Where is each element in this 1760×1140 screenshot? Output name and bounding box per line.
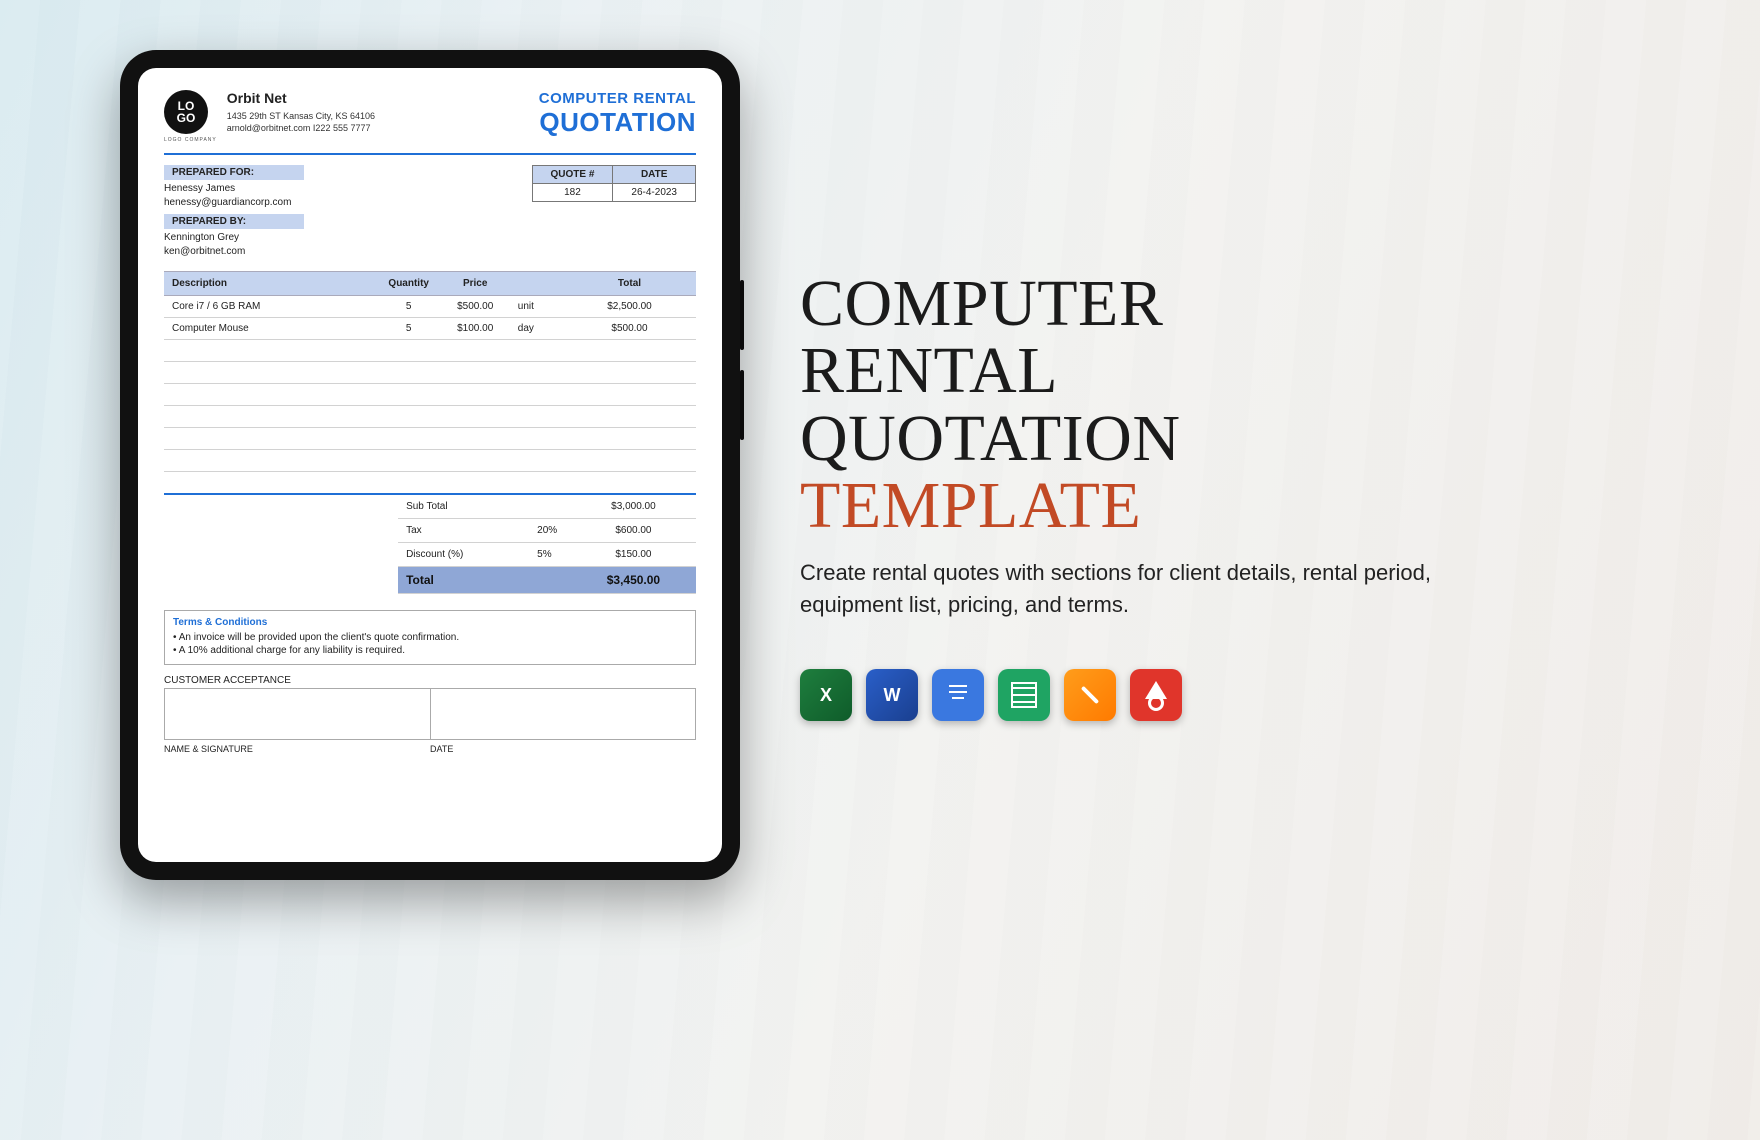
col-unit — [510, 272, 563, 296]
excel-icon: X — [800, 669, 852, 721]
tax-pct: 20% — [529, 518, 571, 542]
meta-row: PREPARED FOR: Henessy James henessy@guar… — [164, 165, 696, 208]
pages-icon — [1064, 669, 1116, 721]
prepared-for-label: PREPARED FOR: — [164, 165, 304, 180]
promo-title: COMPUTER RENTAL QUOTATION TEMPLATE — [800, 270, 1500, 539]
quote-number-value: 182 — [532, 184, 613, 202]
item-desc: Core i7 / 6 GB RAM — [164, 296, 377, 318]
promo-title-line: RENTAL — [800, 334, 1058, 407]
pdf-icon — [1130, 669, 1182, 721]
table-row — [164, 472, 696, 494]
tax-label: Tax — [398, 518, 529, 542]
subtotal-value: $3,000.00 — [571, 495, 696, 519]
company-logo-icon: LO GO — [164, 90, 208, 134]
document-title: COMPUTER RENTAL QUOTATION — [539, 90, 696, 138]
tax-value: $600.00 — [571, 518, 696, 542]
item-unit: day — [510, 318, 563, 340]
table-row — [164, 406, 696, 428]
signature-name-label: NAME & SIGNATURE — [164, 744, 430, 754]
prepared-by-name: Kennington Grey — [164, 232, 473, 243]
brand-text: Orbit Net 1435 29th ST Kansas City, KS 6… — [227, 90, 375, 134]
prepared-for-block: PREPARED FOR: Henessy James henessy@guar… — [164, 165, 473, 208]
title-line-1: COMPUTER RENTAL — [539, 90, 696, 107]
grand-total-label: Total — [398, 566, 529, 593]
item-desc: Computer Mouse — [164, 318, 377, 340]
quote-number-header: QUOTE # — [532, 166, 613, 184]
item-total: $2,500.00 — [563, 296, 696, 318]
item-qty: 5 — [377, 318, 441, 340]
promo-description: Create rental quotes with sections for c… — [800, 557, 1440, 621]
table-row: Core i7 / 6 GB RAM 5 $500.00 unit $2,500… — [164, 296, 696, 318]
items-body: Core i7 / 6 GB RAM 5 $500.00 unit $2,500… — [164, 296, 696, 494]
promo-title-line: COMPUTER — [800, 267, 1163, 340]
discount-label: Discount (%) — [398, 542, 529, 566]
header-rule — [164, 153, 696, 155]
company-name: Orbit Net — [227, 90, 375, 106]
grand-total-value: $3,450.00 — [571, 566, 696, 593]
acceptance-label: CUSTOMER ACCEPTANCE — [164, 675, 696, 686]
table-row — [164, 428, 696, 450]
date-box — [431, 688, 697, 740]
google-docs-icon — [932, 669, 984, 721]
logo-text-bot: GO — [177, 112, 196, 124]
promo-title-accent: TEMPLATE — [800, 472, 1500, 539]
table-row — [164, 340, 696, 362]
item-price: $500.00 — [441, 296, 510, 318]
word-icon: W — [866, 669, 918, 721]
totals-section: Sub Total $3,000.00 Tax 20% $600.00 Disc… — [164, 495, 696, 594]
signature-box — [164, 688, 431, 740]
prepared-by-block: PREPARED BY: Kennington Grey ken@orbitne… — [164, 214, 696, 257]
document-header: LO GO LOGO COMPANY Orbit Net 1435 29th S… — [164, 90, 696, 143]
promo-panel: COMPUTER RENTAL QUOTATION TEMPLATE Creat… — [800, 270, 1500, 721]
prepared-by-label: PREPARED BY: — [164, 214, 304, 229]
prepared-for-email: henessy@guardiancorp.com — [164, 197, 473, 208]
item-unit: unit — [510, 296, 563, 318]
signature-labels: NAME & SIGNATURE DATE — [164, 744, 696, 754]
title-line-2: QUOTATION — [539, 107, 696, 138]
item-price: $100.00 — [441, 318, 510, 340]
terms-line: • A 10% additional charge for any liabil… — [173, 645, 687, 656]
col-quantity: Quantity — [377, 272, 441, 296]
company-address: 1435 29th ST Kansas City, KS 64106 — [227, 110, 375, 122]
quote-date-header: DATE — [613, 166, 696, 184]
acceptance-grid — [164, 688, 696, 740]
col-description: Description — [164, 272, 377, 296]
discount-pct: 5% — [529, 542, 571, 566]
signature-date-label: DATE — [430, 744, 696, 754]
tablet-frame: LO GO LOGO COMPANY Orbit Net 1435 29th S… — [120, 50, 740, 880]
discount-value: $150.00 — [571, 542, 696, 566]
table-row — [164, 384, 696, 406]
quote-meta-table: QUOTE # DATE 182 26-4-2023 — [532, 165, 697, 202]
terms-title: Terms & Conditions — [173, 617, 687, 628]
logo-wrap: LO GO LOGO COMPANY — [164, 90, 217, 143]
google-sheets-icon — [998, 669, 1050, 721]
prepared-by-email: ken@orbitnet.com — [164, 246, 473, 257]
company-contact: arnold@orbitnet.com I222 555 7777 — [227, 122, 375, 134]
table-row — [164, 362, 696, 384]
terms-box: Terms & Conditions • An invoice will be … — [164, 610, 696, 665]
item-total: $500.00 — [563, 318, 696, 340]
item-qty: 5 — [377, 296, 441, 318]
logo-subtext: LOGO COMPANY — [164, 137, 217, 143]
table-row — [164, 450, 696, 472]
brand-block: LO GO LOGO COMPANY Orbit Net 1435 29th S… — [164, 90, 375, 143]
format-icons-row: X W — [800, 669, 1500, 721]
prepared-for-name: Henessy James — [164, 183, 473, 194]
col-total: Total — [563, 272, 696, 296]
terms-line: • An invoice will be provided upon the c… — [173, 632, 687, 643]
quote-date-value: 26-4-2023 — [613, 184, 696, 202]
col-price: Price — [441, 272, 510, 296]
promo-title-line: QUOTATION — [800, 402, 1181, 475]
subtotal-label: Sub Total — [398, 495, 529, 519]
document-screen: LO GO LOGO COMPANY Orbit Net 1435 29th S… — [138, 68, 722, 862]
items-table: Description Quantity Price Total Core i7… — [164, 271, 696, 495]
table-row: Computer Mouse 5 $100.00 day $500.00 — [164, 318, 696, 340]
